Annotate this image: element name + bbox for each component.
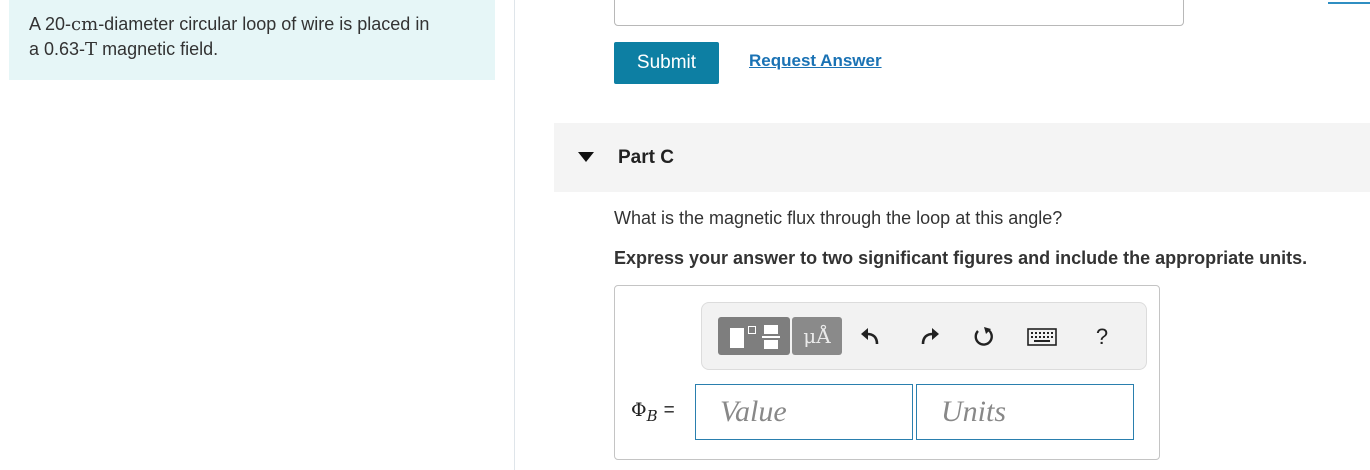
intro-line-2: a 0.63-T magnetic field. xyxy=(29,39,219,60)
instruction-text: Express your answer to two significant f… xyxy=(614,248,1308,268)
submit-button[interactable]: Submit xyxy=(614,42,719,84)
units-input[interactable] xyxy=(916,384,1134,440)
top-right-link[interactable] xyxy=(1328,0,1370,4)
question-text: What is the magnetic flux through the lo… xyxy=(614,208,1063,228)
keyboard-icon xyxy=(1027,328,1057,346)
redo-icon xyxy=(921,328,939,345)
part-c-header[interactable]: Part C xyxy=(554,123,1370,192)
math-toolbar: μÅ ? xyxy=(701,302,1147,370)
request-answer-link[interactable]: Request Answer xyxy=(749,51,882,71)
unit-tesla: T xyxy=(85,39,98,60)
caret-down-icon[interactable] xyxy=(578,152,594,162)
templates-button[interactable] xyxy=(718,317,790,355)
unit-cm: cm xyxy=(71,14,99,35)
column-divider xyxy=(514,0,515,470)
undo-button[interactable] xyxy=(856,323,884,351)
units-icon: μÅ xyxy=(803,324,831,348)
previous-answer-field[interactable] xyxy=(614,0,1184,26)
undo-icon xyxy=(861,328,879,345)
reset-icon xyxy=(974,327,993,346)
flux-label: ΦB = xyxy=(631,399,675,425)
problem-intro: A 20-cm-diameter circular loop of wire i… xyxy=(9,0,495,80)
answer-panel: μÅ ? ΦB = xyxy=(614,285,1160,460)
part-title: Part C xyxy=(618,147,674,168)
reset-button[interactable] xyxy=(970,323,998,351)
units-button[interactable]: μÅ xyxy=(792,317,842,355)
redo-button[interactable] xyxy=(916,323,944,351)
help-button[interactable]: ? xyxy=(1090,323,1114,351)
keyboard-button[interactable] xyxy=(1026,323,1058,351)
intro-line-1: A 20-cm-diameter circular loop of wire i… xyxy=(29,14,430,35)
help-icon: ? xyxy=(1095,324,1109,349)
value-input[interactable] xyxy=(695,384,913,440)
